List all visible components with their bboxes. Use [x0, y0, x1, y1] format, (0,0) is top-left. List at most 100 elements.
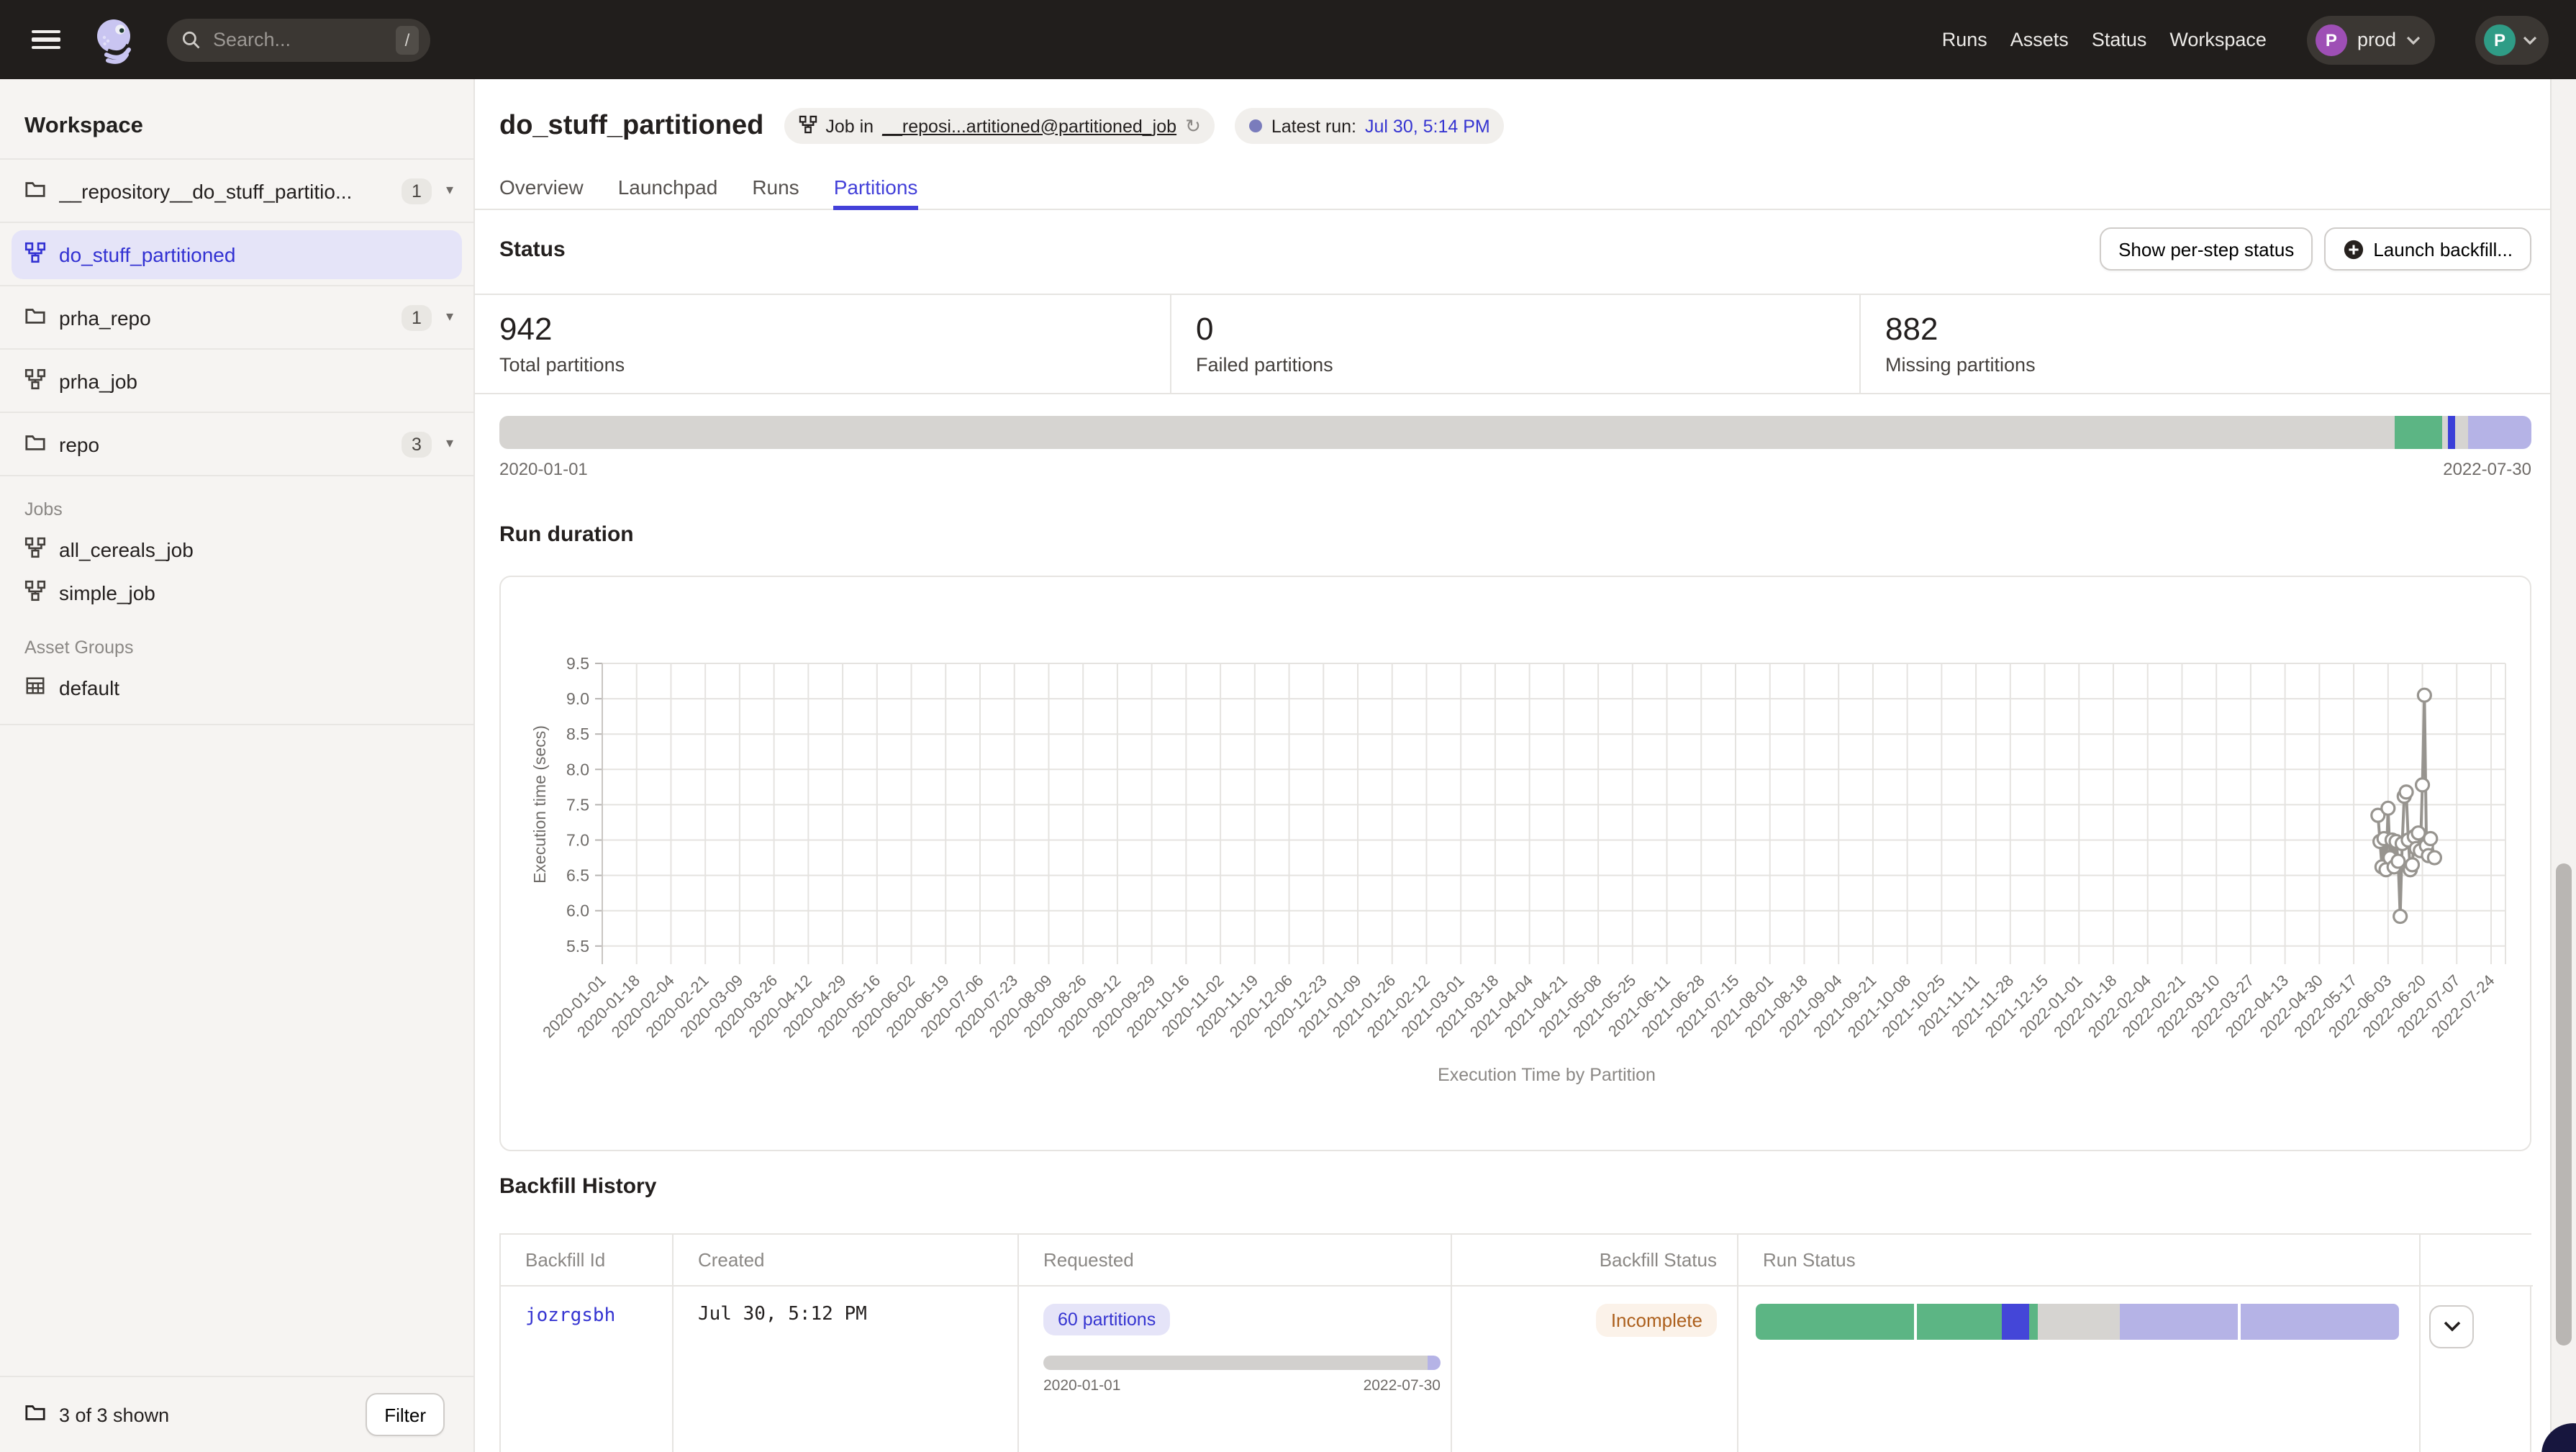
- asset-group-icon: [24, 675, 46, 701]
- data-point[interactable]: [2416, 779, 2429, 791]
- backfill-history-title: Backfill History: [499, 1174, 2531, 1199]
- bar-segment: [2002, 1304, 2029, 1340]
- latest-run-label: Latest run:: [1271, 116, 1356, 136]
- sidebar-item-row: do_stuff_partitioned: [0, 223, 473, 286]
- partition-stats: 942Total partitions0Failed partitions882…: [475, 294, 2550, 394]
- y-tick-label: 7.0: [566, 831, 589, 850]
- deployment-switcher[interactable]: P prod: [2307, 15, 2435, 64]
- tab-overview[interactable]: Overview: [499, 176, 584, 209]
- dagster-app: Search... / Runs Assets Status Workspace P …: [0, 0, 2576, 1452]
- bar-segment: [2119, 1304, 2240, 1340]
- sidebar-item-prha_repo[interactable]: prha_repo1▾: [0, 286, 473, 350]
- status-title: Status: [499, 237, 566, 261]
- sidebar-sections: Jobsall_cereals_jobsimple_jobAsset Group…: [0, 476, 473, 725]
- sidebar-item-label: default: [59, 676, 449, 699]
- stat-value: 0: [1196, 311, 1859, 348]
- tab-bar: Overview Launchpad Runs Partitions: [475, 144, 2550, 210]
- item-count-badge: 3: [402, 431, 432, 457]
- backfill-id-link[interactable]: jozrgsbh: [525, 1305, 615, 1327]
- launch-backfill-button[interactable]: Launch backfill...: [2324, 227, 2531, 271]
- nav-link-assets[interactable]: Assets: [2010, 29, 2069, 50]
- sidebar-item-do_stuff_partitioned-selected[interactable]: do_stuff_partitioned: [12, 230, 462, 278]
- top-nav-links: Runs Assets Status Workspace: [1942, 29, 2267, 50]
- requested-range: 2020-01-012022-07-30: [1043, 1377, 1441, 1394]
- nav-link-runs[interactable]: Runs: [1942, 29, 1987, 50]
- latest-run-link[interactable]: Jul 30, 5:14 PM: [1365, 116, 1490, 136]
- sidebar-item-label: simple_job: [59, 581, 449, 604]
- stat-total-partitions: 942Total partitions: [475, 295, 1170, 393]
- nav-link-status[interactable]: Status: [2092, 29, 2147, 50]
- table-cell: [2419, 1287, 2533, 1452]
- sidebar-item-label: repo: [59, 432, 390, 455]
- y-tick-label: 7.5: [566, 795, 589, 814]
- sidebar-item-prha_job[interactable]: prha_job: [0, 350, 473, 413]
- partition-status-bar[interactable]: [499, 416, 2531, 449]
- column-header-backfill-id: Backfill Id: [501, 1235, 672, 1287]
- sidebar-item-simple_job[interactable]: simple_job: [0, 571, 473, 614]
- run-status-bar[interactable]: [1756, 1304, 2399, 1340]
- caret-down-icon[interactable]: ▾: [446, 436, 453, 452]
- filter-button[interactable]: Filter: [366, 1393, 445, 1436]
- sidebar-item-list: __repository__do_stuff_partitio...1▾ do_s…: [0, 158, 473, 476]
- sidebar-footer: 3 of 3 shown Filter: [0, 1376, 473, 1452]
- backfill-status-badge: Incomplete: [1597, 1304, 1717, 1337]
- caret-down-icon[interactable]: ▾: [446, 183, 453, 199]
- stat-value: 942: [499, 311, 1170, 348]
- y-tick-label: 8.0: [566, 760, 589, 779]
- caret-down-icon[interactable]: ▾: [446, 309, 453, 325]
- stat-value: 882: [1885, 311, 2550, 348]
- stat-missing-partitions: 882Missing partitions: [1859, 295, 2550, 393]
- table-cell: Incomplete: [1451, 1287, 1737, 1452]
- bar-segment: [1917, 1304, 2003, 1340]
- column-header-created: Created: [672, 1235, 1017, 1287]
- page-scrollbar[interactable]: [2550, 79, 2576, 1452]
- search-icon: [181, 30, 201, 50]
- data-point[interactable]: [2412, 827, 2425, 840]
- chevron-down-icon: [2443, 1321, 2460, 1333]
- latest-run-pill: Latest run: Jul 30, 5:14 PM: [1235, 108, 1505, 144]
- requested-partitions-bar: [1043, 1356, 1441, 1370]
- data-point[interactable]: [2400, 786, 2413, 799]
- sidebar-item-label: prha_repo: [59, 306, 390, 329]
- nav-link-workspace[interactable]: Workspace: [2169, 29, 2267, 50]
- show-per-step-status-button[interactable]: Show per-step status: [2100, 227, 2313, 271]
- dagster-logo-icon[interactable]: [89, 14, 141, 65]
- column-header-requested: Requested: [1017, 1235, 1451, 1287]
- stat-failed-partitions: 0 Failed partitions: [1170, 295, 1859, 393]
- job-icon: [798, 114, 817, 137]
- stat-label: Failed partitions: [1196, 354, 1859, 376]
- scrollbar-thumb[interactable]: [2556, 863, 2572, 1346]
- page-header: do_stuff_partitioned Job in __reposi...a…: [499, 108, 2531, 144]
- sidebar-item-default[interactable]: default: [0, 666, 473, 709]
- sidebar-item-label: do_stuff_partitioned: [59, 242, 449, 266]
- table-cell: jozrgsbh: [501, 1287, 672, 1452]
- sidebar-item-repo[interactable]: repo 3 ▾: [0, 413, 473, 476]
- y-tick-label: 6.5: [566, 866, 589, 885]
- tab-launchpad[interactable]: Launchpad: [618, 176, 718, 209]
- search-input[interactable]: Search... /: [167, 18, 430, 61]
- backfill-table-header: Backfill IdCreatedRequestedBackfill Stat…: [501, 1235, 2530, 1287]
- job-origin-link[interactable]: __reposi...artitioned@partitioned_job: [882, 116, 1176, 136]
- data-point[interactable]: [2428, 851, 2441, 864]
- requested-partitions-badge[interactable]: 60 partitions: [1043, 1304, 1170, 1335]
- sidebar-section-label: Asset Groups: [0, 614, 473, 666]
- data-point[interactable]: [2394, 910, 2407, 923]
- data-point[interactable]: [2424, 832, 2437, 845]
- data-point[interactable]: [2418, 689, 2431, 702]
- menu-icon[interactable]: [32, 30, 60, 50]
- sidebar-item-__repository__do_stuff_partitio-[interactable]: __repository__do_stuff_partitio...1▾: [0, 160, 473, 223]
- sidebar-item-all_cereals_job[interactable]: all_cereals_job: [0, 528, 473, 571]
- sidebar-item-label: __repository__do_stuff_partitio...: [59, 179, 390, 202]
- user-menu[interactable]: P: [2475, 15, 2549, 64]
- data-point[interactable]: [2382, 802, 2395, 815]
- refresh-icon[interactable]: ↻: [1185, 114, 1201, 137]
- data-point[interactable]: [2406, 858, 2419, 871]
- data-point[interactable]: [2392, 855, 2405, 868]
- chart-caption: Execution Time by Partition: [1438, 1065, 1656, 1085]
- table-cell: 60 partitions 2020-01-012022-07-30: [1017, 1287, 1451, 1452]
- job-origin-pill: Job in __reposi...artitioned@partitioned…: [784, 108, 1215, 144]
- tab-runs[interactable]: Runs: [752, 176, 799, 209]
- expand-row-button[interactable]: [2429, 1305, 2474, 1348]
- tab-partitions[interactable]: Partitions: [834, 176, 918, 209]
- user-avatar: P: [2484, 24, 2516, 55]
